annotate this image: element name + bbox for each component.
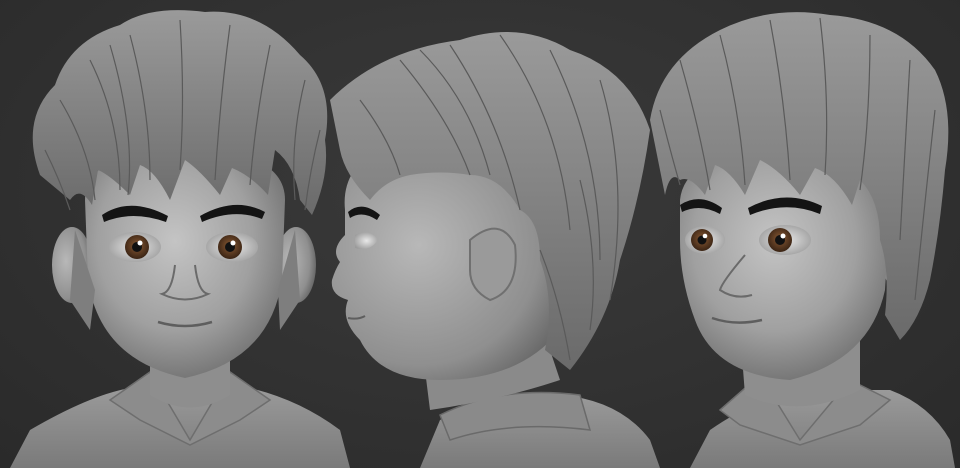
sculpt-viewport	[0, 0, 960, 468]
front-view	[10, 10, 350, 468]
side-view	[330, 32, 660, 468]
three-quarter-view	[650, 12, 955, 468]
character-render	[10, 10, 955, 468]
face	[85, 150, 285, 378]
